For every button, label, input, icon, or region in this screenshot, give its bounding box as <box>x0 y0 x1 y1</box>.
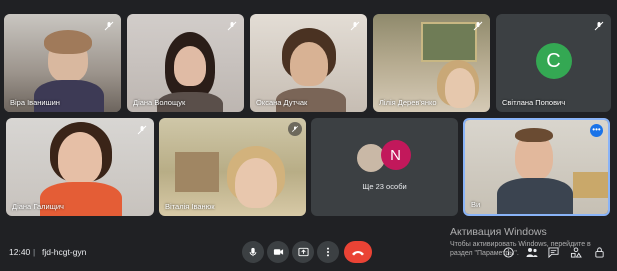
mic-off-icon <box>594 21 604 31</box>
participant-head <box>235 158 277 208</box>
participant-hair <box>44 30 92 54</box>
participant-body <box>497 178 573 214</box>
participant-body <box>34 80 104 112</box>
participant-name: Віталія Іванюк <box>165 202 215 211</box>
mic-off-icon <box>473 21 483 31</box>
participant-tile-1[interactable]: Віра Іванишин <box>4 14 121 112</box>
participant-avatar: C <box>535 43 572 79</box>
more-vert-icon <box>327 247 329 257</box>
background-shelf <box>175 152 219 192</box>
microphone-button[interactable] <box>242 241 264 263</box>
meeting-code: fjd-hcgt-gyn <box>42 247 87 257</box>
participant-head <box>174 46 206 86</box>
activation-text: Чтобы активировать Windows, перейдите в … <box>450 241 591 257</box>
others-count-label: Ще 23 особи <box>362 182 407 191</box>
wall-picture <box>421 22 477 62</box>
hang-up-icon <box>352 250 364 255</box>
mic-off-icon <box>104 21 114 31</box>
participant-tile-4[interactable]: Лілія Дерев'янко <box>373 14 490 112</box>
mic-icon <box>249 247 257 257</box>
divider: | <box>33 247 36 257</box>
end-call-button[interactable] <box>344 241 372 263</box>
others-avatars: N <box>354 140 415 174</box>
participant-name: Оксана Дутчак <box>256 98 308 107</box>
participant-mini-avatar: N <box>380 140 411 170</box>
self-tile[interactable]: ••• Ви <box>463 118 610 216</box>
participant-name: Ви <box>471 200 481 209</box>
more-options-icon[interactable]: ••• <box>590 124 603 137</box>
present-screen-icon <box>297 247 309 257</box>
mic-off-icon <box>288 122 302 136</box>
participant-tile-5[interactable]: C Світлана Попович <box>496 14 611 112</box>
wall-shelf <box>573 172 608 198</box>
participant-tile-2[interactable]: Діана Волощук <box>127 14 244 112</box>
clock: 12:40 <box>9 247 31 257</box>
windows-activation-watermark: Активация Windows Чтобы активировать Win… <box>450 226 610 258</box>
participant-head <box>58 132 102 184</box>
others-tile[interactable]: N Ще 23 особи <box>311 118 458 216</box>
participant-name: Діана Галищич <box>12 202 64 211</box>
participant-head <box>290 42 328 86</box>
participant-tile-7[interactable]: Віталія Іванюк <box>159 118 306 216</box>
participant-head <box>445 68 475 108</box>
mic-off-icon <box>350 21 360 31</box>
mic-off-icon <box>227 21 237 31</box>
participant-tile-3[interactable]: Оксана Дутчак <box>250 14 367 112</box>
mic-off-icon <box>137 125 147 135</box>
participant-name: Віра Іванишин <box>10 98 60 107</box>
participant-name: Світлана Попович <box>502 98 566 107</box>
participant-hair <box>515 128 553 142</box>
activation-title: Активация Windows <box>450 226 547 238</box>
participant-name: Лілія Дерев'янко <box>379 98 437 107</box>
participant-tile-6[interactable]: Діана Галищич <box>6 118 154 216</box>
more-options-button[interactable] <box>317 241 339 263</box>
camera-icon <box>273 249 283 255</box>
present-button[interactable] <box>292 241 314 263</box>
camera-button[interactable] <box>267 241 289 263</box>
participant-name: Діана Волощук <box>133 98 186 107</box>
